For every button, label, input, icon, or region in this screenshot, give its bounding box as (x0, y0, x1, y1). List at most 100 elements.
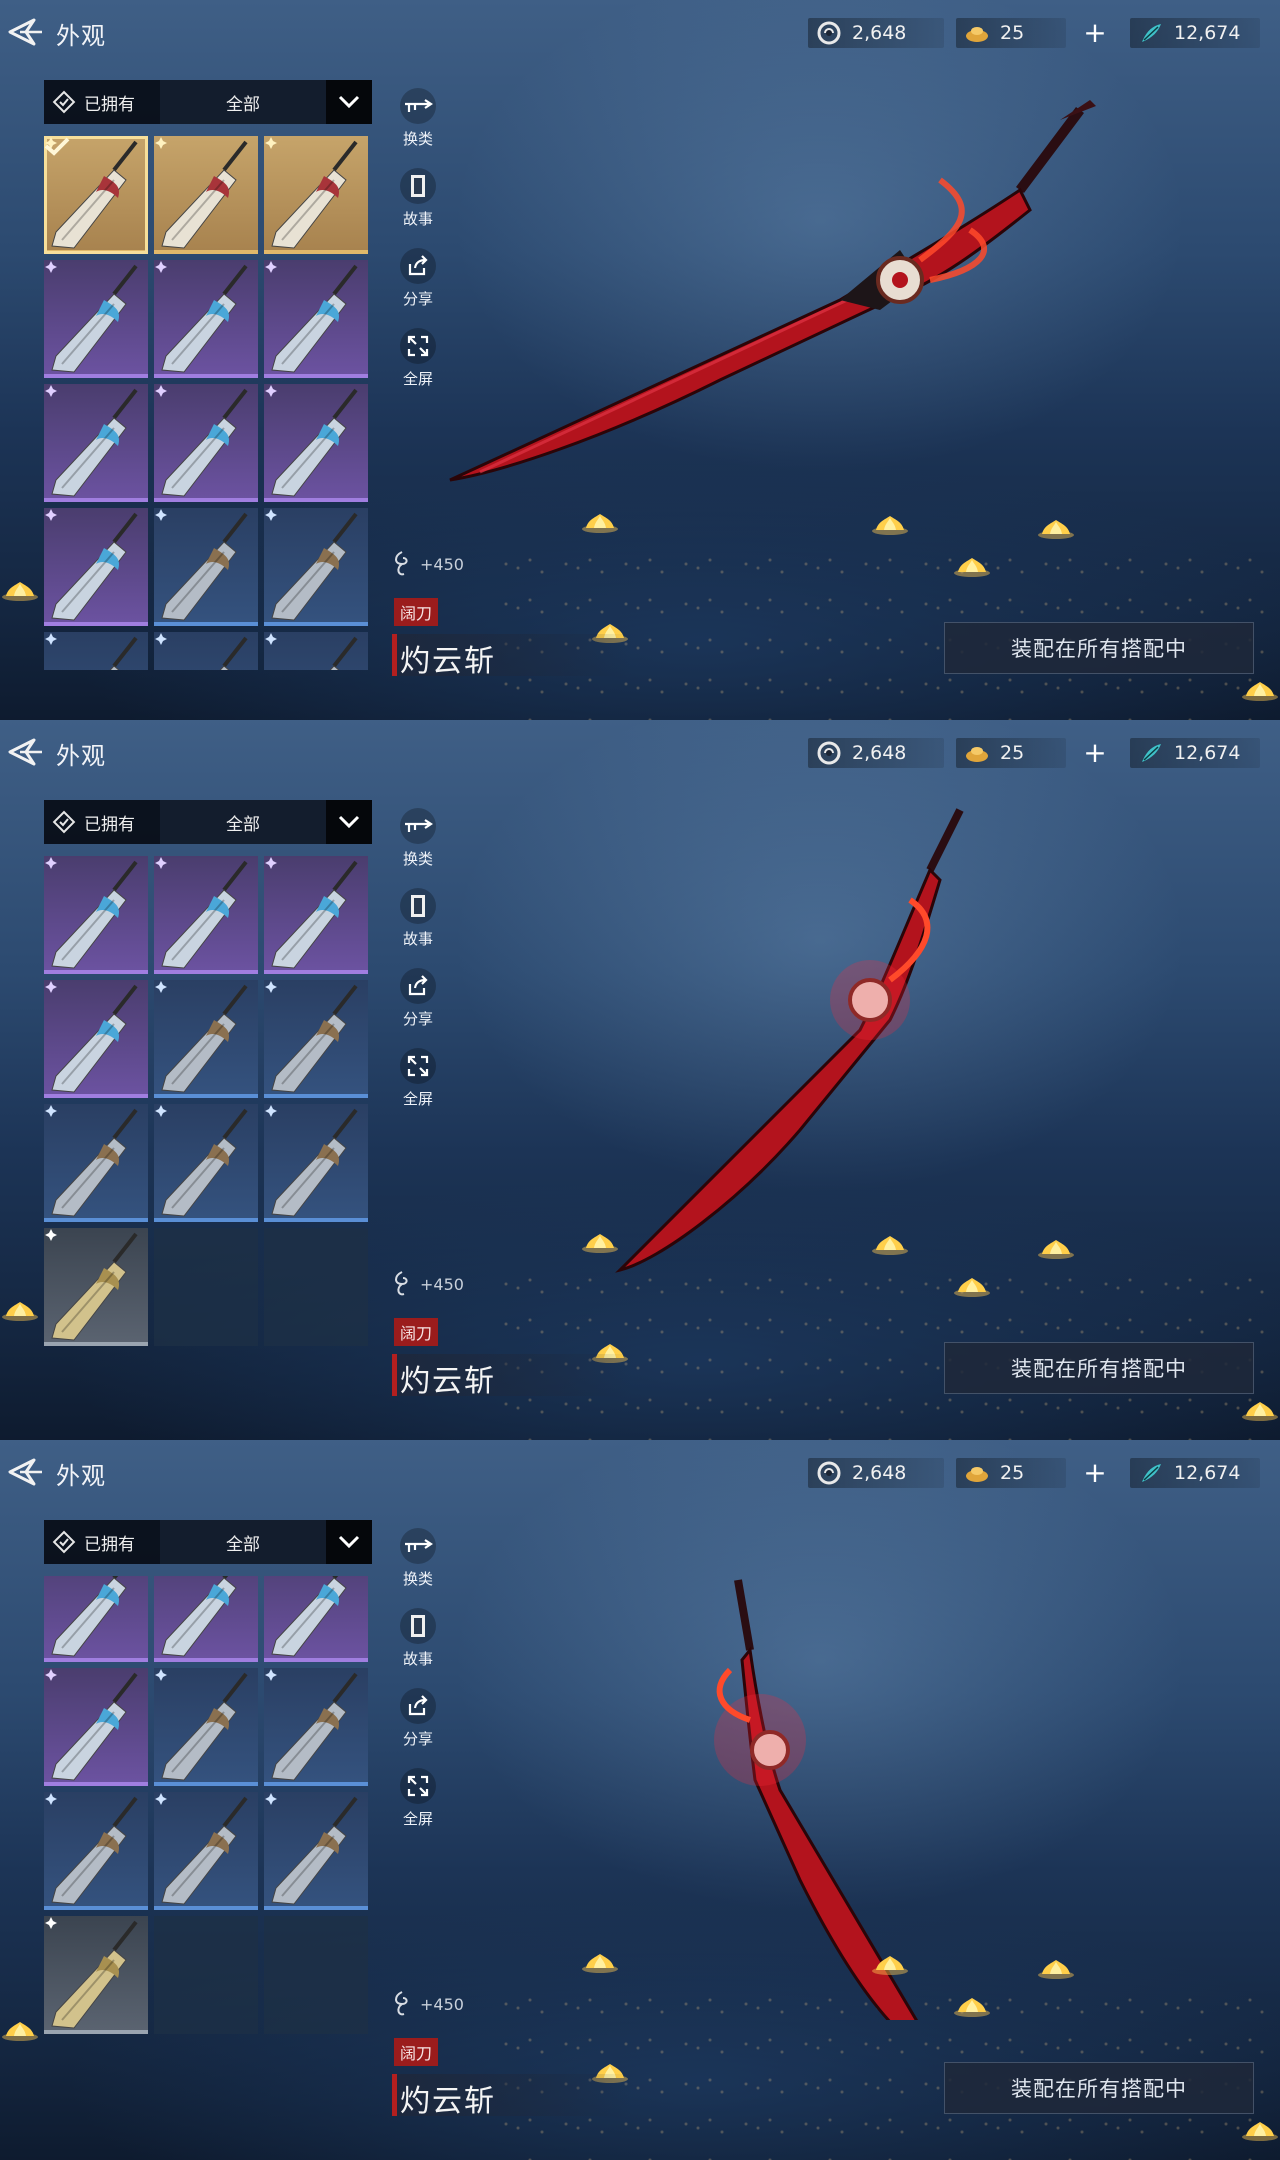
skin-tile[interactable] (154, 508, 258, 626)
rarity-icon (155, 857, 167, 869)
blade-skin-icon (271, 512, 358, 621)
rarity-icon (155, 137, 167, 149)
lotus-icon (872, 1236, 908, 1255)
skin-tile[interactable] (44, 1228, 148, 1346)
skin-tile[interactable] (264, 1104, 368, 1222)
skin-tile[interactable] (154, 1104, 258, 1222)
rarity-icon (265, 509, 277, 521)
back-button[interactable] (4, 1454, 48, 1490)
currency-gold: 25 (956, 18, 1066, 48)
add-currency-button[interactable]: + (1078, 738, 1112, 768)
skin-tile[interactable] (264, 1576, 368, 1662)
equip-all-button[interactable]: 装配在所有搭配中 (944, 2062, 1254, 2114)
lotus-lantern (952, 1276, 992, 1298)
skin-tile[interactable] (154, 632, 258, 670)
lotus-lantern (580, 512, 620, 534)
skin-tile[interactable] (264, 508, 368, 626)
skin-tile[interactable] (264, 1668, 368, 1786)
lotus-lantern (0, 1300, 40, 1322)
category-dropdown[interactable]: 全部 (160, 80, 326, 124)
lotus-lantern (870, 514, 910, 536)
blade-skin-icon (161, 1576, 237, 1657)
skin-tile[interactable] (154, 136, 258, 254)
blade-skin-icon (51, 388, 138, 497)
currency-gold: 25 (956, 1458, 1066, 1488)
skin-tile[interactable] (264, 632, 368, 670)
dropdown-toggle[interactable] (326, 1520, 372, 1564)
skin-tile[interactable] (44, 1792, 148, 1910)
category-dropdown[interactable]: 全部 (160, 800, 326, 844)
rarity-icon (155, 1793, 167, 1805)
add-currency-button[interactable]: + (1078, 1458, 1112, 1488)
weapon-preview[interactable] (420, 800, 1180, 1300)
blade-skin-icon (161, 264, 248, 373)
equip-all-button[interactable]: 装配在所有搭配中 (944, 622, 1254, 674)
lotus-lantern (1036, 518, 1076, 540)
skin-tile[interactable] (44, 1576, 148, 1662)
skin-grid (44, 136, 374, 670)
skin-tile[interactable] (154, 1792, 258, 1910)
rarity-icon (45, 1105, 57, 1117)
rarity-icon (155, 261, 167, 273)
top-bar: 外观 2,648 25 + 12,674 (0, 720, 1280, 784)
add-currency-button[interactable]: + (1078, 18, 1112, 48)
skin-tile[interactable] (264, 260, 368, 378)
jade-coin-icon (817, 21, 841, 45)
skin-tile[interactable] (154, 384, 258, 502)
skin-tile[interactable] (264, 856, 368, 974)
dropdown-toggle[interactable] (326, 80, 372, 124)
category-dropdown[interactable]: 全部 (160, 1520, 326, 1564)
skin-tile[interactable] (44, 856, 148, 974)
owned-filter-toggle[interactable]: 已拥有 (44, 80, 160, 124)
currency-value: 25 (1000, 742, 1025, 764)
skin-tile[interactable] (44, 136, 148, 254)
skin-tile[interactable] (44, 632, 148, 670)
weapon-type-badge: 阔刀 (394, 2038, 439, 2066)
skin-tile[interactable] (264, 136, 368, 254)
skin-tile[interactable] (44, 1916, 148, 2034)
weapon-preview[interactable] (420, 1520, 1180, 2020)
blade-skin-icon (161, 512, 248, 621)
back-button[interactable] (4, 14, 48, 50)
skin-tile[interactable] (154, 1576, 258, 1662)
skin-tile[interactable] (154, 856, 258, 974)
skin-tile[interactable] (44, 260, 148, 378)
rarity-icon (45, 1229, 57, 1241)
skin-tile[interactable] (44, 1668, 148, 1786)
skin-tile[interactable] (44, 1104, 148, 1222)
skin-tile[interactable] (44, 508, 148, 626)
power-swirl-icon (395, 551, 408, 576)
equip-all-button[interactable]: 装配在所有搭配中 (944, 1342, 1254, 1394)
skin-tile[interactable] (154, 1668, 258, 1786)
power-swirl-icon (395, 1271, 408, 1296)
skin-tile[interactable] (154, 260, 258, 378)
rarity-icon (265, 857, 277, 869)
power-indicator: +450 (390, 1990, 464, 2018)
blade-skin-icon (51, 984, 138, 1093)
skin-tile[interactable] (154, 980, 258, 1098)
owned-filter-label: 已拥有 (84, 814, 135, 835)
skin-tile[interactable] (264, 980, 368, 1098)
lotus-icon (1242, 2122, 1278, 2141)
owned-filter-toggle[interactable]: 已拥有 (44, 1520, 160, 1564)
currency-value: 25 (1000, 22, 1025, 44)
skin-tile[interactable] (264, 1792, 368, 1910)
rarity-icon (155, 385, 167, 397)
rarity-icon (265, 385, 277, 397)
wardrobe-screen: 外观 2,648 25 + 12,674 已拥有 全部 换类 故事 分享 全屏 … (0, 1440, 1280, 2160)
weapon-name: 灼云斩 (400, 644, 496, 679)
power-value: +450 (420, 1274, 464, 1294)
filter-bar: 已拥有 全部 (44, 80, 372, 124)
rarity-icon (155, 633, 167, 645)
dropdown-toggle[interactable] (326, 800, 372, 844)
skin-tile[interactable] (44, 384, 148, 502)
currency-jade: 2,648 (808, 738, 944, 768)
skin-tile[interactable] (264, 384, 368, 502)
skin-tile[interactable] (44, 980, 148, 1098)
jade-coin-icon (817, 741, 841, 765)
weapon-preview[interactable] (420, 80, 1180, 580)
owned-filter-toggle[interactable]: 已拥有 (44, 800, 160, 844)
back-button[interactable] (4, 734, 48, 770)
skin-grid (44, 1576, 374, 2110)
rarity-icon (155, 981, 167, 993)
